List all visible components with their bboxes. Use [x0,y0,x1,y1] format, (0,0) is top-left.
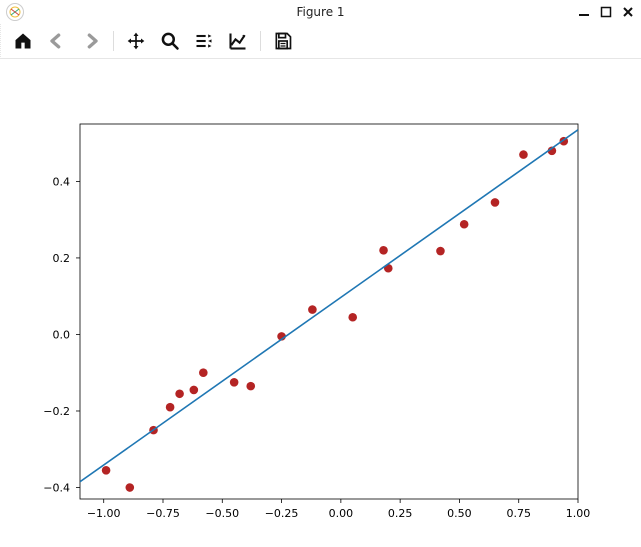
plot-area: −1.00 −0.75 −0.50 −0.25 0.00 0.25 0.50 0.75 1.00… [0,59,641,547]
x-tick-label: −0.75 [146,507,180,520]
y-tick-label: −0.4 [43,482,70,495]
scatter-point [519,150,528,159]
scatter-point [379,246,388,255]
y-tick-label: 0.2 [53,252,71,265]
scatter-point [199,368,208,377]
fit-line [80,130,578,482]
scatter-point [126,483,135,492]
maximize-button[interactable] [599,5,613,19]
minimize-button[interactable] [577,5,591,19]
subplots-icon[interactable] [192,29,216,53]
y-tick-label: 0.0 [53,328,71,341]
toolbar-separator [113,31,114,51]
close-button[interactable] [621,5,635,19]
window-title: Figure 1 [0,5,641,19]
scatter-point [348,313,357,322]
scatter-point [460,220,469,229]
zoom-icon[interactable] [158,29,182,53]
x-tick-label: 0.25 [388,507,413,520]
y-tick-label: 0.4 [53,175,71,188]
toolbar [0,24,641,59]
toolbar-separator [260,31,261,51]
x-tick-label: 0.50 [447,507,472,520]
axes-edit-icon[interactable] [226,29,250,53]
scatter-point [166,403,175,412]
save-icon[interactable] [271,29,295,53]
app-icon [6,3,24,21]
window-controls [577,5,635,19]
scatter-point [102,466,111,475]
back-icon[interactable] [45,29,69,53]
x-tick-label: −0.50 [205,507,239,520]
x-tick-label: −0.25 [265,507,299,520]
x-tick-label: 0.75 [506,507,531,520]
scatter-point [230,378,239,387]
forward-icon[interactable] [79,29,103,53]
scatter-point [491,198,500,207]
chart[interactable]: −1.00 −0.75 −0.50 −0.25 0.00 0.25 0.50 0.75 1.00… [0,59,641,547]
titlebar: Figure 1 [0,0,641,24]
scatter-point [308,305,317,314]
x-tick-label: 0.00 [329,507,354,520]
scatter-point [246,382,255,391]
pan-icon[interactable] [124,29,148,53]
x-tick-label: 1.00 [566,507,591,520]
y-tick-label: −0.2 [43,405,70,418]
x-tick-label: −1.00 [87,507,121,520]
home-icon[interactable] [11,29,35,53]
scatter-point [190,386,199,395]
scatter-point [175,389,184,398]
scatter-point [436,247,445,256]
